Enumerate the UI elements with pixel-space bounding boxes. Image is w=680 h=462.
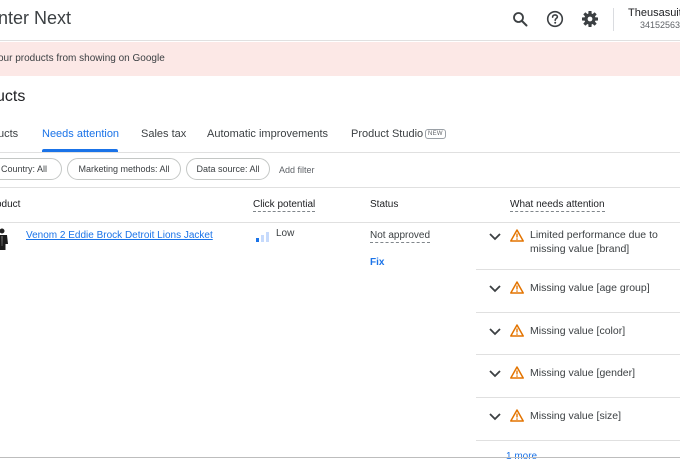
account-name[interactable]: Theusasuit: [628, 7, 680, 19]
table-header-divider: [0, 222, 680, 223]
search-icon[interactable]: [510, 9, 530, 29]
filter-chip-marketing-methods[interactable]: Marketing methods: All: [67, 158, 181, 180]
tab-automatic-improvements[interactable]: Automatic improvements: [207, 128, 328, 140]
top-app-bar: [0, 0, 680, 41]
app-title: nter Next: [0, 8, 72, 28]
settings-gear-icon[interactable]: [580, 9, 600, 29]
issue-row[interactable]: Missing value [age group]: [476, 270, 680, 313]
warning-icon: [510, 229, 524, 242]
tab-product-studio[interactable]: Product Studio: [351, 128, 423, 140]
click-potential-value: Low: [276, 228, 295, 239]
bottom-edge-line: [0, 457, 680, 458]
filters-divider: [0, 187, 680, 188]
column-header-product[interactable]: oduct: [0, 199, 20, 210]
column-header-status[interactable]: Status: [370, 199, 398, 210]
warning-icon: [510, 324, 524, 337]
chevron-down-icon[interactable]: [488, 232, 502, 242]
new-badge: NEW: [425, 129, 446, 139]
issue-row[interactable]: Missing value [size]: [476, 398, 680, 441]
issue-row[interactable]: Missing value [color]: [476, 313, 680, 355]
filter-chip-data-source[interactable]: Data source: All: [186, 158, 270, 180]
fix-button[interactable]: Fix: [370, 257, 384, 268]
help-icon[interactable]: [545, 9, 565, 29]
tabs-divider: [0, 152, 680, 153]
issue-text: Limited performance due to missing value…: [530, 229, 658, 255]
header-divider: [613, 8, 614, 31]
tab-all-products[interactable]: ucts: [0, 128, 18, 140]
chevron-down-icon[interactable]: [488, 412, 502, 422]
filter-chip-country[interactable]: Country: All: [0, 158, 62, 180]
issue-text: Missing value [age group]: [530, 282, 650, 294]
warning-icon: [510, 409, 524, 422]
column-header-what-needs-attention[interactable]: What needs attention: [510, 199, 605, 212]
chevron-down-icon[interactable]: [488, 327, 502, 337]
tab-sales-tax[interactable]: Sales tax: [141, 128, 186, 140]
issue-text: Missing value [gender]: [530, 367, 636, 379]
account-id: 341525631: [640, 20, 680, 30]
product-thumbnail[interactable]: [0, 228, 8, 250]
signal-bars-icon: [256, 229, 270, 242]
issue-text: Missing value [size]: [530, 410, 622, 422]
chevron-down-icon[interactable]: [488, 284, 502, 294]
column-header-click-potential[interactable]: Click potential: [253, 199, 316, 212]
issue-row[interactable]: Limited performance due to missing value…: [476, 226, 680, 270]
chevron-down-icon[interactable]: [488, 369, 502, 379]
add-filter-button[interactable]: Add filter: [279, 165, 315, 175]
page-title: ucts: [0, 88, 26, 105]
warning-icon: [510, 366, 524, 379]
banner-text: our products from showing on Google: [0, 53, 165, 64]
tab-needs-attention[interactable]: Needs attention: [42, 128, 119, 140]
warning-icon: [510, 281, 524, 294]
product-name-link[interactable]: Venom 2 Eddie Brock Detroit Lions Jacket: [26, 230, 213, 241]
issue-text: Missing value [color]: [530, 325, 626, 337]
issue-row[interactable]: Missing value [gender]: [476, 355, 680, 398]
status-value[interactable]: Not approved: [370, 230, 431, 243]
